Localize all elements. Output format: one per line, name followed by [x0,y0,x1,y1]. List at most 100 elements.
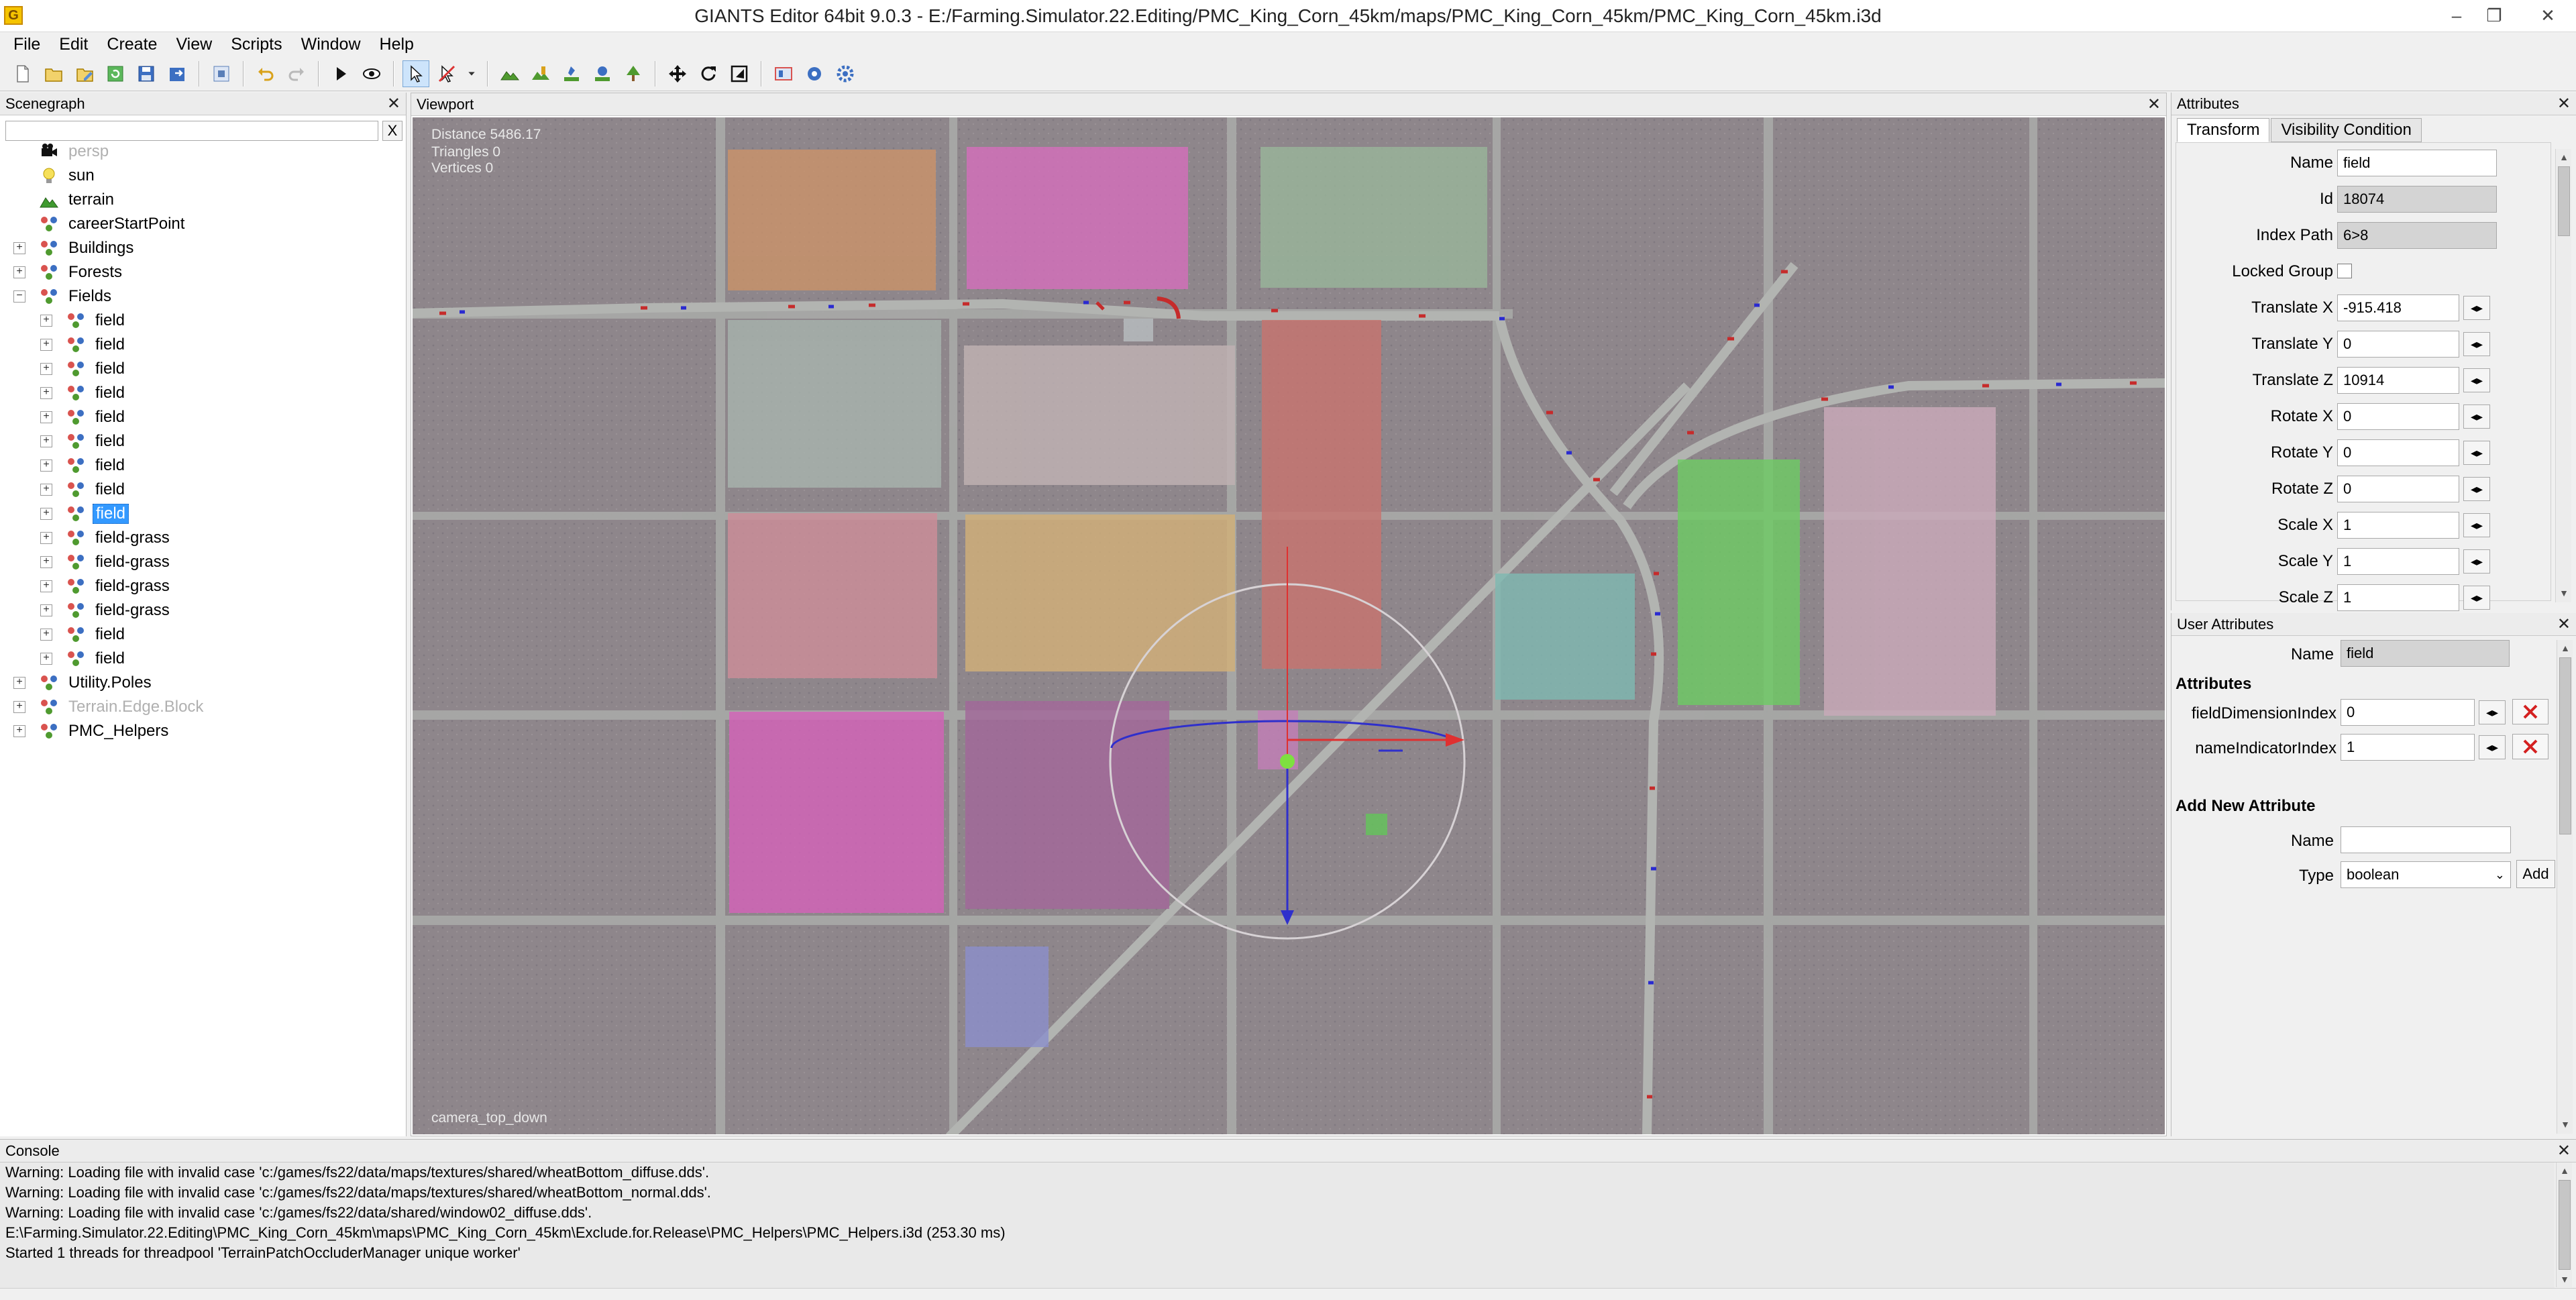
menu-view[interactable]: View [166,32,221,56]
move-icon[interactable] [664,60,691,87]
tree-item[interactable]: +sun [13,164,97,188]
menu-edit[interactable]: Edit [50,32,97,56]
restore-button[interactable]: ❐ [2479,4,2509,28]
tree-item[interactable]: + field [40,622,127,647]
scrollbar-thumb[interactable] [2558,166,2570,236]
expand-icon[interactable]: + [40,532,52,544]
stepper-arrows-icon[interactable]: ◂▸ [2463,332,2490,356]
tree-item[interactable]: +careerStartPoint [13,212,187,236]
stepper-arrows-icon[interactable]: ◂▸ [2463,404,2490,429]
reload-icon[interactable] [102,60,129,87]
tree-icon[interactable] [620,60,647,87]
tree-item[interactable]: + field [40,502,129,526]
tree-item[interactable]: − Fields [13,284,114,309]
tree-item[interactable]: + Terrain.Edge.Block [13,695,206,719]
expand-icon[interactable]: + [40,508,52,520]
expand-icon[interactable]: + [40,604,52,616]
expand-icon[interactable]: + [13,677,25,689]
tree-item[interactable]: + field-grass [40,526,172,550]
close-icon[interactable]: ✕ [2557,93,2571,115]
brush-icon[interactable] [558,60,585,87]
attribute-value-field[interactable]: 0 [2337,439,2459,466]
map-canvas[interactable] [413,117,2165,1134]
close-window-button[interactable]: ✕ [2533,4,2563,28]
console-log[interactable]: Warning: Loading file with invalid case … [0,1162,2555,1289]
expand-icon[interactable]: + [13,266,25,278]
close-icon[interactable]: ✕ [2147,93,2161,116]
stepper-arrows-icon[interactable]: ◂▸ [2463,441,2490,465]
redo-icon[interactable] [283,60,310,87]
settings-icon[interactable] [801,60,828,87]
expand-icon[interactable]: + [13,725,25,737]
user-attributes-scrollbar[interactable]: ▲ ▼ [2557,640,2573,1134]
attribute-value-field[interactable]: 1 [2337,512,2459,539]
undo-icon[interactable] [252,60,279,87]
tree-item[interactable]: + Forests [13,260,125,284]
expand-icon[interactable]: + [40,484,52,496]
expand-icon[interactable]: + [40,459,52,472]
attribute-type-select[interactable]: boolean ⌄ [2341,861,2511,888]
tab-transform[interactable]: Transform [2177,118,2270,142]
foliage-icon[interactable] [589,60,616,87]
tree-item[interactable]: + field [40,381,127,405]
tree-item[interactable]: +terrain [13,188,117,212]
tab-visibility-condition[interactable]: Visibility Condition [2271,118,2422,142]
camera-icon[interactable] [770,60,797,87]
close-icon[interactable]: ✕ [387,93,400,115]
attributes-scrollbar[interactable]: ▲ ▼ [2555,149,2571,602]
save-icon[interactable] [133,60,160,87]
ua-stepper-icon[interactable]: ◂▸ [2479,700,2506,724]
scenegraph-filter-input[interactable] [5,121,378,141]
tree-item[interactable]: + PMC_Helpers [13,719,171,743]
attribute-value-field[interactable]: -915.418 [2337,294,2459,321]
add-attribute-button[interactable]: Add [2516,860,2555,888]
tree-item[interactable]: + field [40,309,127,333]
attribute-value-field[interactable]: 10914 [2337,367,2459,394]
expand-icon[interactable]: + [40,653,52,665]
stepper-arrows-icon[interactable]: ◂▸ [2463,368,2490,392]
tree-item[interactable]: + field [40,429,127,453]
edit-icon[interactable] [71,60,98,87]
scroll-down-icon[interactable]: ▼ [2557,1271,2573,1287]
ua-name-indicator-index-input[interactable]: 1 [2341,734,2475,761]
attribute-value-field[interactable]: 0 [2337,403,2459,430]
export-icon[interactable] [164,60,191,87]
stepper-arrows-icon[interactable]: ◂▸ [2463,549,2490,574]
expand-icon[interactable]: + [40,556,52,568]
paint-icon[interactable] [527,60,554,87]
scroll-up-icon[interactable]: ▲ [2557,1162,2573,1179]
rotate-icon[interactable] [695,60,722,87]
menu-window[interactable]: Window [292,32,370,56]
expand-icon[interactable]: + [40,315,52,327]
menu-create[interactable]: Create [97,32,166,56]
delete-attribute-button[interactable] [2512,734,2548,759]
tree-item[interactable]: + field-grass [40,550,172,574]
expand-icon[interactable]: + [40,629,52,641]
locked-group-checkbox[interactable] [2337,264,2352,278]
scroll-up-icon[interactable]: ▲ [2556,149,2572,165]
minimize-button[interactable]: – [2442,4,2471,28]
stepper-arrows-icon[interactable]: ◂▸ [2463,513,2490,537]
scroll-up-icon[interactable]: ▲ [2557,640,2573,656]
close-icon[interactable]: ✕ [2557,1140,2571,1162]
tree-item[interactable]: + Buildings [13,236,136,260]
scrollbar-thumb[interactable] [2559,657,2571,834]
menu-help[interactable]: Help [370,32,423,56]
attribute-value-field[interactable]: 1 [2337,584,2459,611]
no-select-icon[interactable] [433,60,460,87]
viewport-scene[interactable]: Distance 5486.17 Triangles 0 Vertices 0 … [413,117,2165,1134]
expand-icon[interactable]: + [13,701,25,713]
expand-icon[interactable]: + [40,580,52,592]
scale-icon[interactable] [726,60,753,87]
tree-item[interactable]: + field [40,647,127,671]
attribute-value-field[interactable]: field [2337,150,2497,176]
terrain-icon[interactable] [496,60,523,87]
ua-stepper-icon[interactable]: ◂▸ [2479,735,2506,759]
tree-item[interactable]: + field-grass [40,574,172,598]
select-icon[interactable] [402,60,429,87]
menu-scripts[interactable]: Scripts [221,32,291,56]
dropdown-icon[interactable] [464,60,479,87]
gear-icon[interactable] [832,60,859,87]
stepper-arrows-icon[interactable]: ◂▸ [2463,477,2490,501]
menu-file[interactable]: File [4,32,50,56]
